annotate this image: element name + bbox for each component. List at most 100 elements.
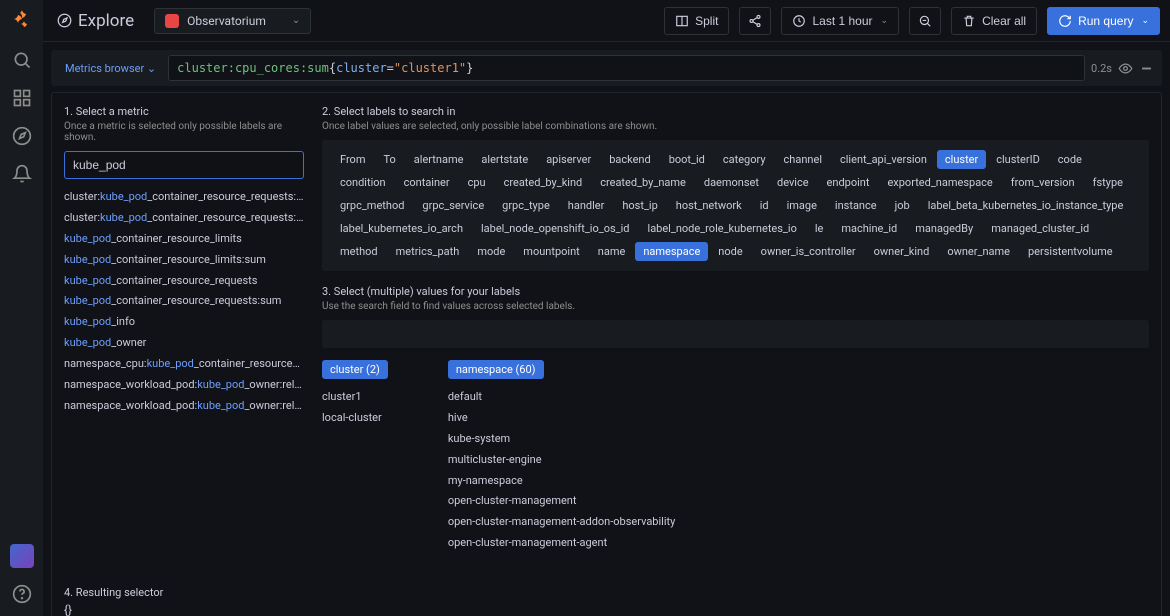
query-input[interactable]: cluster:cpu_cores:sum{cluster="cluster1"…	[168, 55, 1085, 81]
label-chip[interactable]: label_node_role_kubernetes_io	[640, 219, 805, 238]
label-chip[interactable]: backend	[601, 150, 659, 169]
metric-item[interactable]: namespace_cpu:kube_pod_container_resourc…	[64, 354, 304, 375]
metric-item[interactable]: kube_pod_container_resource_limits:sum	[64, 250, 304, 271]
label-chip[interactable]: apiserver	[538, 150, 599, 169]
label-chip[interactable]: To	[375, 150, 403, 169]
label-chip[interactable]: le	[807, 219, 832, 238]
label-chip[interactable]: endpoint	[819, 173, 878, 192]
label-chip[interactable]: fstype	[1085, 173, 1131, 192]
value-item[interactable]: default	[448, 387, 675, 408]
label-chip[interactable]: category	[715, 150, 774, 169]
label-chip[interactable]: cluster	[937, 150, 986, 169]
label-chip[interactable]: label_kubernetes_io_arch	[332, 219, 471, 238]
label-chip[interactable]: persistentvolume	[1020, 242, 1121, 261]
value-item[interactable]: hive	[448, 408, 675, 429]
label-chip[interactable]: label_node_openshift_io_os_id	[473, 219, 638, 238]
label-chip[interactable]: daemonset	[696, 173, 767, 192]
label-chip[interactable]: code	[1050, 150, 1090, 169]
label-chip[interactable]: exported_namespace	[879, 173, 1000, 192]
alerting-icon[interactable]	[12, 164, 32, 184]
label-cloud: FromToalertnamealertstateapiserverbacken…	[332, 150, 1139, 261]
label-chip[interactable]: From	[332, 150, 373, 169]
label-chip[interactable]: from_version	[1003, 173, 1083, 192]
section-1-sub: Once a metric is selected only possible …	[64, 121, 304, 143]
explore-icon[interactable]	[12, 126, 32, 146]
value-item[interactable]: local-cluster	[322, 408, 388, 429]
label-chip[interactable]: grpc_service	[414, 196, 492, 215]
label-chip[interactable]: owner_kind	[866, 242, 938, 261]
label-chip[interactable]: client_api_version	[832, 150, 935, 169]
label-chip[interactable]: id	[752, 196, 777, 215]
time-range-button[interactable]: Last 1 hour ⌄	[781, 7, 899, 35]
label-chip[interactable]: machine_id	[833, 219, 905, 238]
label-chip[interactable]: node	[710, 242, 750, 261]
eye-icon[interactable]	[1118, 61, 1133, 76]
label-chip[interactable]: managed_cluster_id	[983, 219, 1097, 238]
label-chip[interactable]: grpc_method	[332, 196, 412, 215]
label-chip[interactable]: handler	[560, 196, 613, 215]
label-chip[interactable]: host_ip	[614, 196, 665, 215]
value-item[interactable]: kube-system	[448, 429, 675, 450]
label-chip[interactable]: mode	[469, 242, 513, 261]
zoom-out-button[interactable]	[909, 7, 941, 35]
value-item[interactable]: open-cluster-management-addon-observabil…	[448, 512, 675, 533]
metric-filter-input[interactable]	[64, 151, 304, 179]
label-chip[interactable]: job	[887, 196, 918, 215]
label-chip[interactable]: name	[590, 242, 634, 261]
values-search-input[interactable]	[322, 320, 1149, 348]
metric-item[interactable]: kube_pod_container_resource_requests:sum	[64, 291, 304, 312]
label-chip[interactable]: alertstate	[473, 150, 536, 169]
search-icon[interactable]	[12, 50, 32, 70]
label-chip[interactable]: created_by_kind	[496, 173, 591, 192]
label-chip[interactable]: boot_id	[661, 150, 713, 169]
label-chip[interactable]: method	[332, 242, 386, 261]
label-chip[interactable]: clusterID	[988, 150, 1048, 169]
value-item[interactable]: my-namespace	[448, 471, 675, 492]
label-chip[interactable]: channel	[776, 150, 830, 169]
metric-item[interactable]: kube_pod_owner	[64, 333, 304, 354]
label-chip[interactable]: owner_name	[939, 242, 1018, 261]
label-chip[interactable]: instance	[827, 196, 885, 215]
clear-all-button[interactable]: Clear all	[951, 7, 1037, 35]
label-chip[interactable]: image	[779, 196, 825, 215]
value-item[interactable]: open-cluster-management-agent	[448, 533, 675, 554]
metric-item[interactable]: kube_pod_info	[64, 312, 304, 333]
grafana-logo[interactable]	[10, 8, 34, 32]
help-icon[interactable]	[12, 584, 32, 604]
label-chip[interactable]: label_beta_kubernetes_io_instance_type	[920, 196, 1132, 215]
labels-section: 2. Select labels to search in Once label…	[322, 105, 1149, 554]
metric-item[interactable]: namespace_workload_pod:kube_pod_owner:re…	[64, 396, 304, 417]
run-query-button[interactable]: Run query ⌄	[1047, 7, 1160, 35]
label-chip[interactable]: grpc_type	[494, 196, 558, 215]
label-chip[interactable]: container	[396, 173, 458, 192]
label-chip[interactable]: metrics_path	[388, 242, 468, 261]
label-chip[interactable]: device	[769, 173, 817, 192]
label-chip[interactable]: created_by_name	[592, 173, 694, 192]
label-chip[interactable]: cpu	[460, 173, 494, 192]
dashboard-icon[interactable]	[12, 88, 32, 108]
label-chip[interactable]: namespace	[635, 242, 708, 261]
label-chip[interactable]: managedBy	[907, 219, 981, 238]
metric-item[interactable]: cluster:kube_pod_container_resource_requ…	[64, 208, 304, 229]
label-chip[interactable]: host_network	[668, 196, 750, 215]
share-button[interactable]	[739, 7, 771, 35]
value-item[interactable]: cluster1	[322, 387, 388, 408]
split-button[interactable]: Split	[664, 7, 729, 35]
metric-item[interactable]: namespace_workload_pod:kube_pod_owner:re…	[64, 375, 304, 396]
sync-icon	[1058, 14, 1072, 28]
minus-icon[interactable]	[1139, 61, 1154, 76]
label-chip[interactable]: condition	[332, 173, 394, 192]
label-chip[interactable]: owner_is_controller	[753, 242, 864, 261]
section-1-title: 1. Select a metric	[64, 105, 304, 118]
value-item[interactable]: open-cluster-management	[448, 491, 675, 512]
label-chip[interactable]: mountpoint	[515, 242, 587, 261]
label-chip[interactable]: alertname	[406, 150, 472, 169]
user-avatar[interactable]	[10, 544, 34, 568]
metric-item[interactable]: kube_pod_container_resource_requests	[64, 271, 304, 292]
metric-item[interactable]: kube_pod_container_resource_limits	[64, 229, 304, 250]
metrics-browser-toggle[interactable]: Metrics browser ⌄	[59, 60, 162, 77]
datasource-icon	[165, 14, 179, 28]
datasource-picker[interactable]: Observatorium ⌄	[154, 8, 311, 34]
metric-item[interactable]: cluster:kube_pod_container_resource_requ…	[64, 187, 304, 208]
value-item[interactable]: multicluster-engine	[448, 450, 675, 471]
